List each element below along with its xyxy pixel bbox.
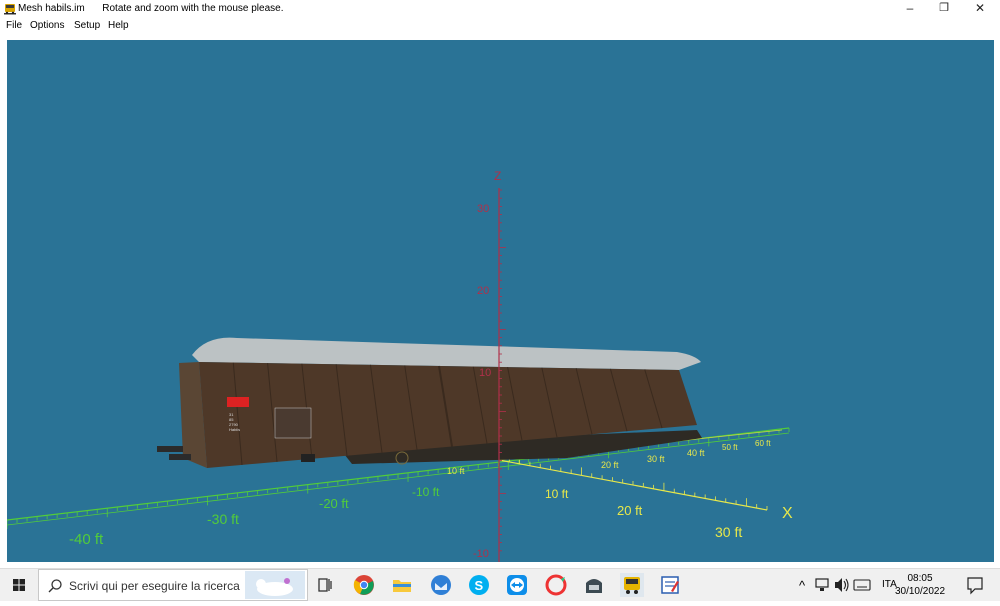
z-tick-label: -10 — [473, 548, 489, 560]
y-tick-label: -40 ft — [69, 531, 104, 548]
chrome-icon[interactable] — [352, 573, 376, 597]
search-placeholder: Scrivi qui per eseguire la ricerca — [69, 579, 240, 593]
y-tick-label: -30 ft — [207, 511, 239, 527]
clock[interactable]: 08:05 30/10/2022 — [888, 572, 952, 598]
chevron-up-icon: ^ — [799, 578, 806, 593]
x-axis: 10 ft 20 ft 30 ft X — [498, 452, 793, 540]
wagon-buffer — [169, 454, 191, 460]
menu-bar: File Options Setup Help — [0, 18, 1000, 34]
menu-setup[interactable]: Setup — [74, 20, 100, 31]
skype-icon[interactable]: S — [467, 573, 491, 597]
notifications-icon[interactable] — [964, 569, 986, 601]
z-tick-label: 30 — [477, 203, 489, 215]
x-far-tick-label: 50 ft — [722, 443, 738, 452]
x-far-tick-label: 10 ft — [447, 466, 465, 476]
keyboard-icon[interactable] — [852, 569, 872, 601]
restore-button[interactable]: ❐ — [929, 0, 959, 18]
network-icon[interactable] — [814, 569, 832, 601]
teamviewer-icon[interactable] — [505, 573, 529, 597]
start-button[interactable] — [0, 569, 38, 601]
restore-icon: ❐ — [939, 2, 949, 14]
x-far-tick-label: 20 ft — [601, 460, 619, 470]
z-axis-label: Z — [494, 169, 501, 183]
x-far-tick-label: 30 ft — [647, 454, 665, 464]
ccleaner-icon[interactable] — [544, 573, 568, 597]
svg-text:S: S — [475, 578, 484, 593]
3d-viewport[interactable]: -10 ft -20 ft -30 ft -40 ft 10 ft 20 ft … — [7, 40, 994, 562]
freight-wagon-model: 31 85 2790 Habiis — [157, 337, 702, 468]
x-axis-ticks — [498, 452, 768, 510]
x-far-tick-label: 60 ft — [755, 439, 771, 448]
title-bar: Mesh habils.im Rotate and zoom with the … — [0, 0, 1000, 18]
close-button[interactable]: ✕ — [965, 0, 995, 18]
status-message: Rotate and zoom with the mouse please. — [102, 3, 284, 14]
menu-options[interactable]: Options — [30, 20, 64, 31]
wagon-sbb-logo — [227, 397, 249, 407]
tray-overflow-button[interactable]: ^ — [797, 569, 811, 601]
menu-help[interactable]: Help — [108, 20, 129, 31]
wagon-buffer — [157, 446, 183, 452]
minimize-button[interactable]: – — [895, 0, 925, 18]
y-tick-label: -20 ft — [319, 496, 349, 511]
volume-icon[interactable] — [833, 569, 851, 601]
z-tick-label: 10 — [479, 367, 491, 379]
wagon-info-plate — [274, 407, 312, 439]
app-name: Mesh habils.im — [18, 3, 85, 14]
x-tick-label: 10 ft — [545, 487, 569, 501]
clock-date: 30/10/2022 — [894, 586, 946, 597]
minimize-icon: – — [906, 1, 914, 15]
wagon-marking: Habiis — [229, 427, 240, 432]
task-view-icon[interactable] — [313, 573, 337, 597]
thunderbird-icon[interactable] — [429, 573, 453, 597]
x-axis-label: X — [782, 505, 793, 522]
close-icon: ✕ — [974, 1, 986, 15]
polar-bear-search-art-icon — [245, 571, 305, 599]
app-train-icon — [4, 4, 16, 15]
wagon-coupler — [301, 454, 315, 462]
windows-logo-icon — [13, 579, 25, 591]
y-tick-label: -10 ft — [412, 485, 440, 499]
scene: -10 ft -20 ft -30 ft -40 ft 10 ft 20 ft … — [7, 169, 793, 562]
x-tick-label: 20 ft — [617, 503, 643, 518]
mesh-viewer-taskbar-icon[interactable] — [620, 573, 644, 597]
train-sim-app-icon[interactable] — [582, 573, 606, 597]
menu-file[interactable]: File — [6, 20, 22, 31]
taskbar: Scrivi qui per eseguire la ricerca S ^ I… — [0, 568, 1000, 601]
editor-app-icon[interactable] — [658, 573, 682, 597]
clock-time: 08:05 — [907, 573, 933, 584]
x-far-tick-label: 40 ft — [687, 448, 705, 458]
z-tick-label: 20 — [477, 285, 489, 297]
file-explorer-icon[interactable] — [390, 573, 414, 597]
x-tick-label: 30 ft — [715, 524, 742, 540]
search-icon — [48, 579, 62, 593]
taskbar-search[interactable]: Scrivi qui per eseguire la ricerca — [38, 569, 308, 601]
window-title: Mesh habils.im Rotate and zoom with the … — [18, 3, 283, 14]
